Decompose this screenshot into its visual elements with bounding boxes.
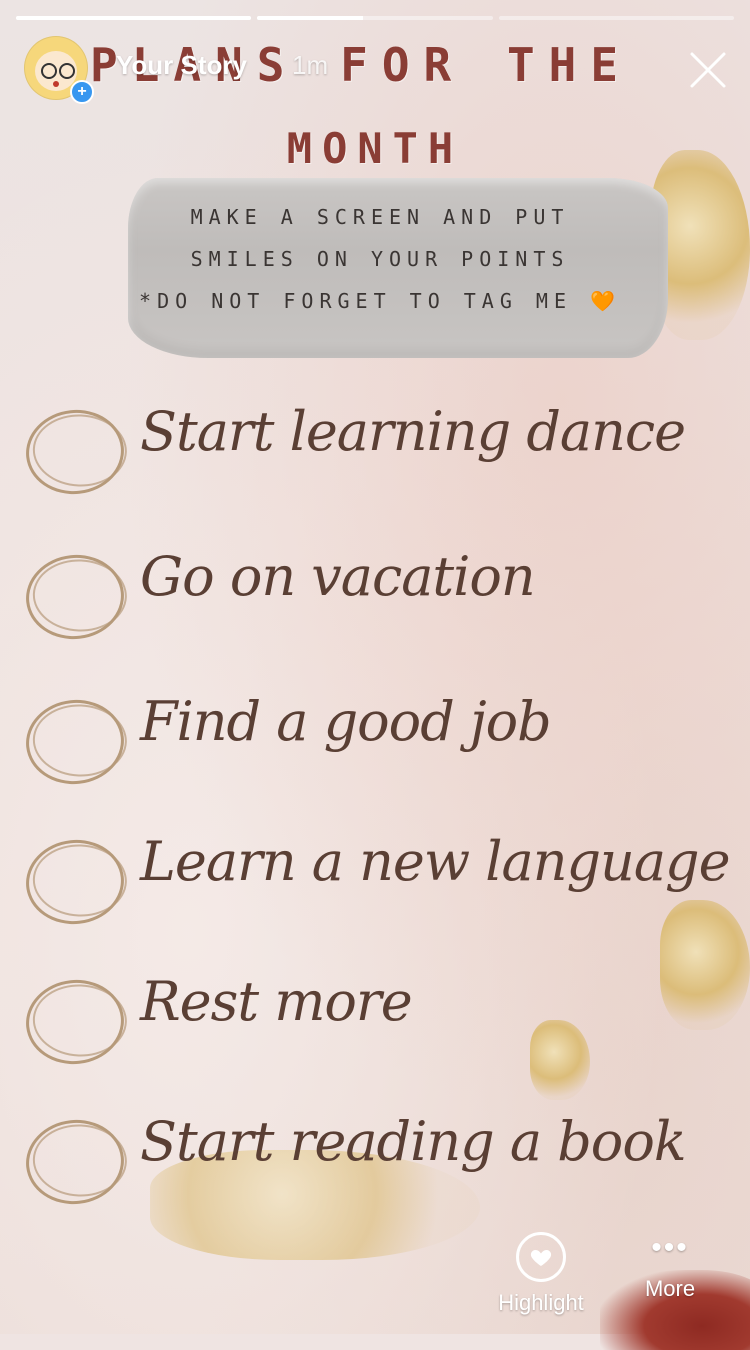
checklist-item-label: Find a good job — [140, 690, 552, 753]
avatar-eye — [59, 63, 75, 79]
checklist-item-label: Go on vacation — [140, 545, 536, 608]
checkbox-circle-icon — [21, 835, 129, 929]
checklist-item: Start learning dance — [20, 400, 740, 510]
checklist-item: Learn a new language — [20, 830, 740, 940]
checklist-item: Rest more — [20, 970, 740, 1080]
checklist-item-label: Rest more — [140, 970, 413, 1033]
checkbox-circle-icon — [21, 405, 129, 499]
checklist-item-label: Learn a new language — [140, 830, 731, 893]
checkbox-circle-icon — [21, 695, 129, 789]
note-line: MAKE A SCREEN AND PUT — [190, 205, 570, 229]
username[interactable]: Your Story — [116, 50, 247, 81]
checklist-item: Start reading a book — [20, 1110, 740, 1220]
avatar-mouth — [53, 81, 59, 87]
progress-segment — [257, 16, 493, 20]
story-title-line2: MONTH — [286, 124, 464, 173]
close-icon[interactable] — [684, 46, 732, 94]
add-story-icon[interactable]: + — [70, 80, 94, 104]
story-progress — [16, 16, 734, 20]
checklist-item: Find a good job — [20, 690, 740, 800]
checkbox-circle-icon — [21, 1115, 129, 1209]
more-dots-icon: ••• — [651, 1231, 689, 1264]
checkbox-circle-icon — [21, 550, 129, 644]
instruction-note: MAKE A SCREEN AND PUT SMILES ON YOUR POI… — [120, 196, 640, 322]
more-button[interactable]: ••• More — [630, 1231, 710, 1302]
story-header: + Your Story 1m — [24, 36, 732, 104]
heart-icon — [516, 1232, 566, 1282]
highlight-label: Highlight — [498, 1290, 584, 1315]
note-line: *DO NOT FORGET TO TAG ME 🧡 — [139, 289, 621, 313]
progress-segment — [16, 16, 252, 20]
checkbox-circle-icon — [21, 975, 129, 1069]
story-timestamp: 1m — [292, 50, 329, 80]
progress-segment — [498, 16, 734, 20]
note-line: SMILES ON YOUR POINTS — [190, 247, 570, 271]
avatar-eye — [41, 63, 57, 79]
checklist-item-label: Start reading a book — [140, 1110, 687, 1173]
highlight-button[interactable]: Highlight — [486, 1232, 596, 1316]
checklist-item: Go on vacation — [20, 545, 740, 655]
more-label: More — [644, 1276, 696, 1301]
checklist-item-label: Start learning dance — [140, 400, 686, 463]
